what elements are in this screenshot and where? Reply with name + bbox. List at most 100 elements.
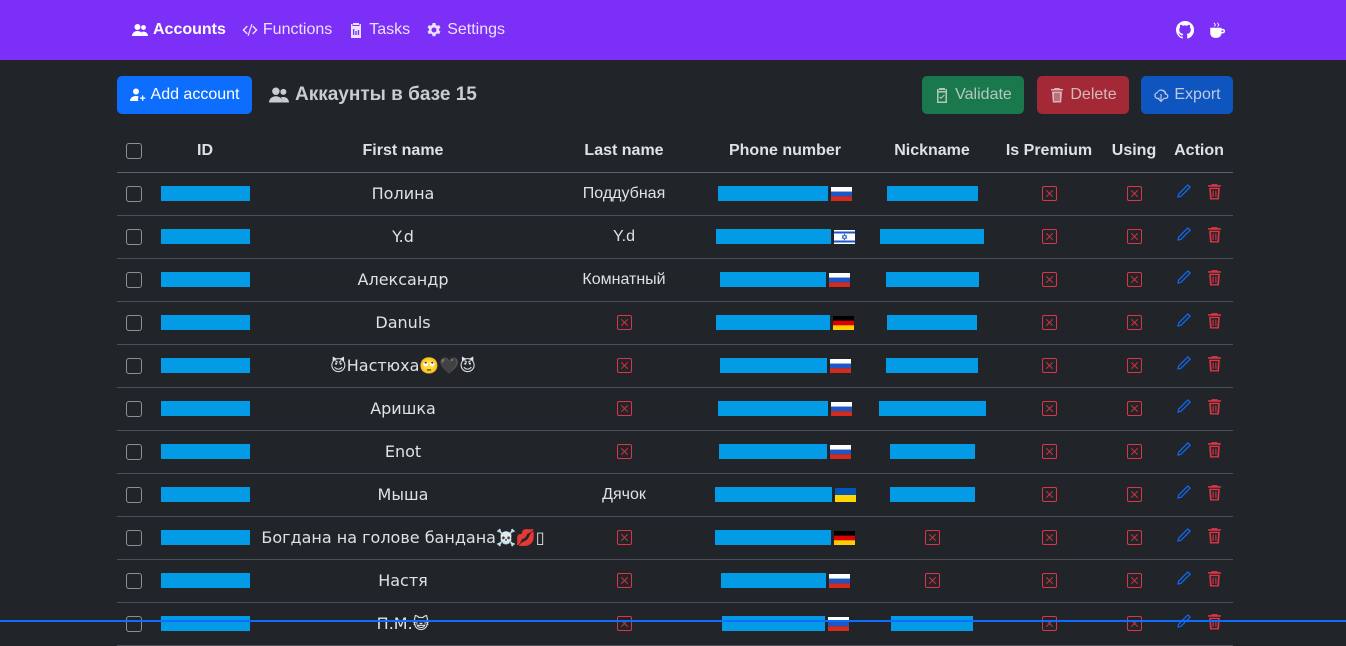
table-row[interactable]: Y.d Y.d <box>117 215 1233 259</box>
trash-icon <box>1208 442 1221 458</box>
table-row[interactable]: Настя <box>117 559 1233 603</box>
column-header-last-name[interactable]: Last name <box>547 130 701 173</box>
coffee-icon[interactable] <box>1208 21 1226 39</box>
column-header-phone[interactable]: Phone number <box>701 130 869 173</box>
table-row[interactable]: 😈Настюха🙄🖤😈 <box>117 344 1233 388</box>
edit-button[interactable] <box>1175 613 1192 635</box>
github-icon[interactable] <box>1176 21 1194 39</box>
edit-button[interactable] <box>1175 355 1192 377</box>
pencil-icon <box>1177 571 1191 585</box>
row-select-cell <box>117 430 151 474</box>
column-header-premium[interactable]: Is Premium <box>995 130 1103 173</box>
using-false-mark <box>1126 272 1142 288</box>
row-checkbox[interactable] <box>126 400 142 417</box>
row-checkbox[interactable] <box>126 185 142 202</box>
row-actions <box>1175 484 1223 506</box>
table-row[interactable]: Enot <box>117 430 1233 474</box>
edit-button[interactable] <box>1175 226 1192 248</box>
clipboard-icon <box>351 23 362 38</box>
delete-row-button[interactable] <box>1206 527 1223 549</box>
phone-redacted <box>715 229 831 245</box>
country-flag <box>830 444 851 459</box>
premium-cell <box>995 344 1103 388</box>
using-false-mark <box>1126 530 1142 546</box>
delete-row-button[interactable] <box>1206 355 1223 377</box>
edit-button[interactable] <box>1175 484 1192 506</box>
row-checkbox[interactable] <box>126 443 142 460</box>
edit-button[interactable] <box>1175 570 1192 592</box>
row-select-cell <box>117 301 151 345</box>
last-name-empty-mark <box>616 315 632 331</box>
delete-button[interactable]: Delete <box>1037 76 1129 114</box>
id-redacted <box>160 229 250 245</box>
id-cell <box>151 473 259 517</box>
delete-row-button[interactable] <box>1206 398 1223 420</box>
phone-cell <box>701 516 869 560</box>
flag-ru-icon <box>828 573 850 588</box>
column-header-first-name[interactable]: First name <box>259 130 547 173</box>
row-actions <box>1175 183 1223 205</box>
nav-item-accounts[interactable]: Accounts <box>132 21 226 39</box>
column-header-id[interactable]: ID <box>151 130 259 173</box>
row-checkbox[interactable] <box>126 314 142 331</box>
row-checkbox[interactable] <box>126 271 142 288</box>
id-redacted <box>160 358 250 374</box>
first-name-text: Аришка <box>370 399 436 418</box>
premium-false-mark <box>1041 315 1057 331</box>
nav-item-functions[interactable]: Functions <box>242 21 332 39</box>
pencil-icon <box>1177 442 1191 456</box>
edit-button[interactable] <box>1175 183 1192 205</box>
delete-row-button[interactable] <box>1206 484 1223 506</box>
table-row[interactable]: Полина Поддубная <box>117 172 1233 216</box>
row-checkbox[interactable] <box>126 357 142 374</box>
column-header-nickname[interactable]: Nickname <box>869 130 995 173</box>
nickname-redacted <box>891 616 973 632</box>
table-row[interactable]: Danuls <box>117 301 1233 345</box>
validate-label: Validate <box>955 86 1012 103</box>
nickname-cell <box>869 387 995 431</box>
delete-row-button[interactable] <box>1206 613 1223 635</box>
row-checkbox[interactable] <box>126 486 142 503</box>
delete-row-button[interactable] <box>1206 183 1223 205</box>
nav-item-settings[interactable]: Settings <box>426 21 505 39</box>
table-row[interactable]: Богдана на голове бандана☠️💋▯ <box>117 516 1233 560</box>
edit-button[interactable] <box>1175 527 1192 549</box>
country-flag <box>833 315 854 330</box>
table-row[interactable]: Аришка <box>117 387 1233 431</box>
column-header-using[interactable]: Using <box>1103 130 1165 173</box>
first-name-cell: Александр <box>259 258 547 302</box>
edit-button[interactable] <box>1175 312 1192 334</box>
id-redacted <box>160 487 250 503</box>
nickname-redacted <box>886 358 978 374</box>
delete-row-button[interactable] <box>1206 570 1223 592</box>
export-button[interactable]: Export <box>1141 76 1233 114</box>
edit-button[interactable] <box>1175 269 1192 291</box>
delete-row-button[interactable] <box>1206 441 1223 463</box>
using-false-mark <box>1126 229 1142 245</box>
delete-row-button[interactable] <box>1206 269 1223 291</box>
validate-button[interactable]: Validate <box>922 76 1024 114</box>
nav-item-tasks[interactable]: Tasks <box>348 21 410 39</box>
table-row[interactable]: Мыша Дячок <box>117 473 1233 517</box>
add-account-button[interactable]: Add account <box>117 76 252 114</box>
last-name-text: Комнатный <box>582 271 666 288</box>
select-all-checkbox[interactable] <box>126 142 142 159</box>
table-row[interactable]: Александр Комнатный <box>117 258 1233 302</box>
row-actions <box>1175 226 1223 248</box>
nickname-redacted <box>886 186 978 202</box>
trash-icon <box>1208 227 1221 243</box>
row-checkbox[interactable] <box>126 572 142 589</box>
row-select-cell <box>117 387 151 431</box>
table-row[interactable]: П.М.😺 <box>117 602 1233 646</box>
id-cell <box>151 258 259 302</box>
delete-row-button[interactable] <box>1206 312 1223 334</box>
edit-button[interactable] <box>1175 441 1192 463</box>
using-cell <box>1103 602 1165 646</box>
row-actions <box>1175 355 1223 377</box>
row-checkbox[interactable] <box>126 615 142 632</box>
edit-button[interactable] <box>1175 398 1192 420</box>
delete-row-button[interactable] <box>1206 226 1223 248</box>
row-checkbox[interactable] <box>126 529 142 546</box>
last-name-empty-mark <box>616 401 632 417</box>
row-checkbox[interactable] <box>126 228 142 245</box>
